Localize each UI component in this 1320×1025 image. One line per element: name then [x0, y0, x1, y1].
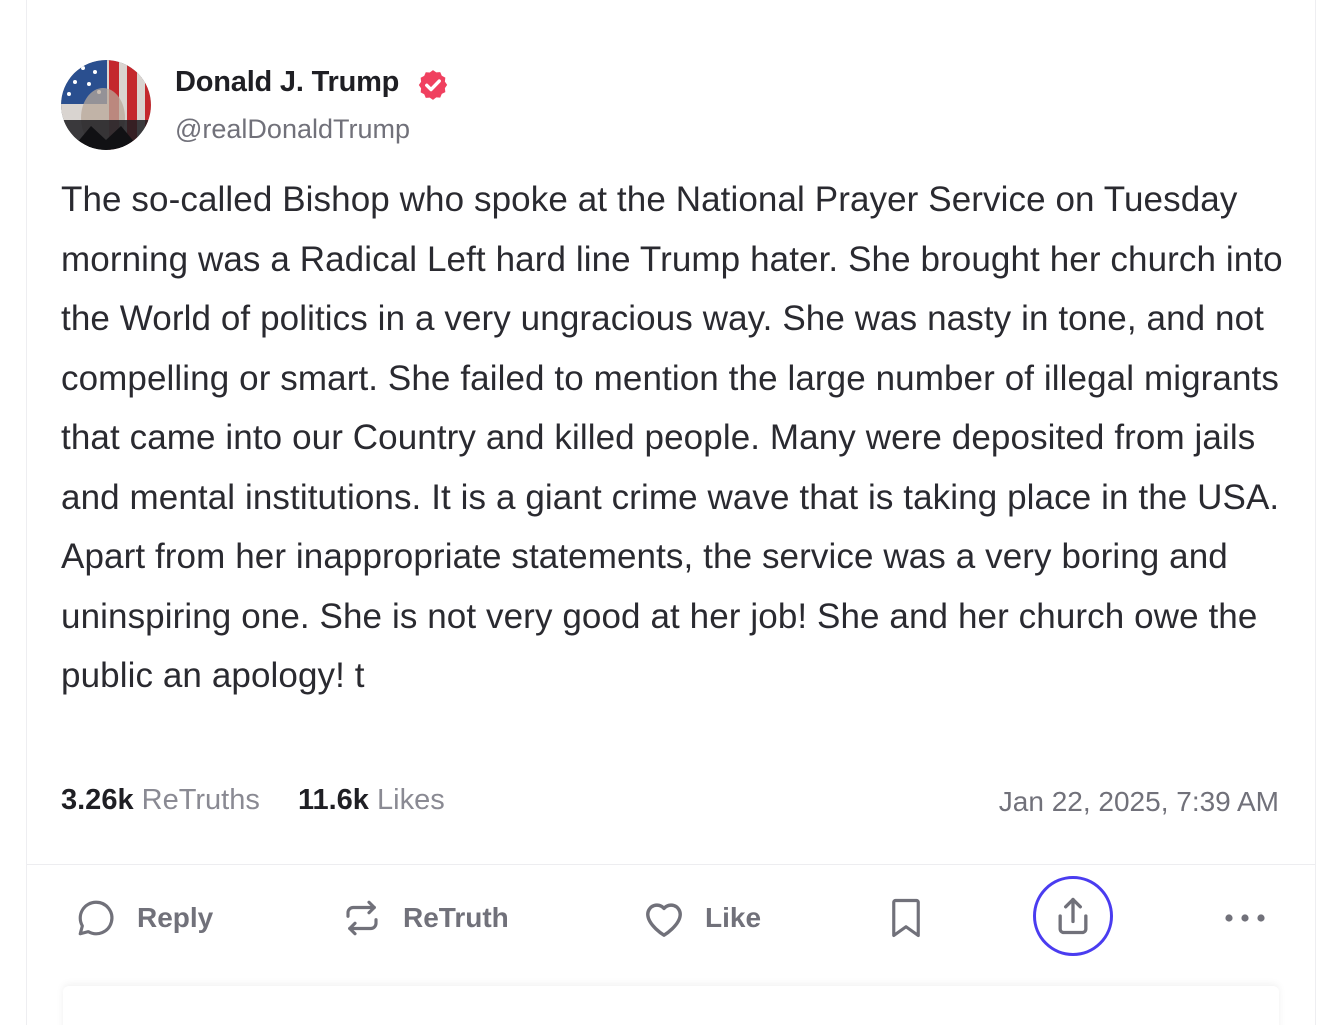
retruths-label[interactable]: ReTruths [142, 784, 260, 816]
post-card: Donald J. Trump @realDonaldTrump The so-… [26, 0, 1316, 1025]
author-name[interactable]: Donald J. Trump [175, 66, 399, 99]
like-button[interactable]: Like [641, 892, 761, 944]
post-body: The so-called Bishop who spoke at the Na… [61, 180, 1283, 695]
bookmark-button[interactable] [885, 892, 927, 944]
share-button[interactable] [1033, 876, 1113, 956]
likes-count[interactable]: 11.6k [298, 784, 369, 816]
author-handle[interactable]: @realDonaldTrump [175, 114, 410, 145]
post-timestamp[interactable]: Jan 22, 2025, 7:39 AM [999, 786, 1279, 818]
divider [27, 864, 1315, 865]
bookmark-icon [892, 898, 920, 938]
share-upload-icon [1058, 897, 1088, 935]
reply-button[interactable]: Reply [75, 892, 213, 944]
likes-label[interactable]: Likes [377, 784, 445, 816]
speech-bubble-icon [78, 900, 114, 936]
post-stats: 3.26k ReTruths 11.6k Likes [61, 784, 445, 817]
reply-label: Reply [137, 902, 214, 933]
retruth-button[interactable]: ReTruth [341, 892, 509, 944]
retruths-count[interactable]: 3.26k [61, 784, 134, 816]
like-label: Like [705, 902, 762, 933]
truth-social-post-page: Donald J. Trump @realDonaldTrump The so-… [0, 0, 1320, 1025]
avatar[interactable] [61, 60, 151, 150]
repost-arrows-icon [346, 900, 378, 936]
verified-badge-icon [418, 70, 448, 100]
more-options-button[interactable] [1223, 892, 1267, 944]
retruth-label: ReTruth [403, 902, 509, 933]
more-dots-icon [1225, 914, 1265, 922]
next-post-card [63, 986, 1279, 1025]
heart-icon [646, 903, 682, 937]
